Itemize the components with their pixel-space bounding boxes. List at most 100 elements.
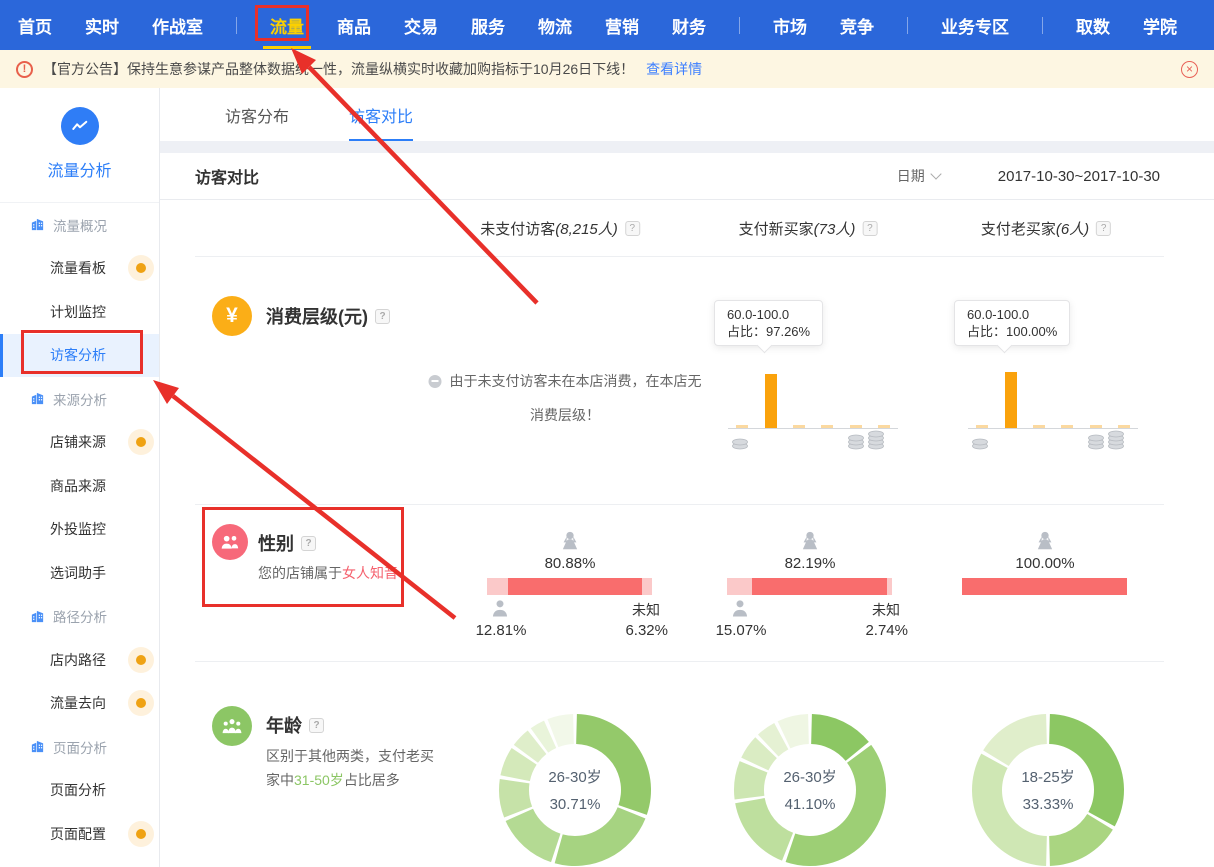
age-subtitle-highlight: 31-50岁 <box>294 772 344 788</box>
nav-item[interactable]: 竞争 <box>840 0 874 50</box>
bar <box>765 374 777 428</box>
coins-icon <box>1086 434 1106 450</box>
help-icon[interactable] <box>1096 221 1111 236</box>
gender-section: 性别 您的店铺属于女人知音 80.88%12.81%未知6.32% 82.19%… <box>160 505 1214 662</box>
column-name: 支付老买家 <box>981 218 1056 239</box>
sidebar-item[interactable]: 访客分析 <box>0 334 159 378</box>
sidebar-item[interactable]: 计划监控 <box>0 290 159 334</box>
column-count: (73人) <box>814 218 856 239</box>
tab[interactable]: 访客对比 <box>349 88 413 141</box>
tab[interactable]: 访客分布 <box>225 88 289 141</box>
consume-section-title: 消费层级(元) <box>266 303 390 329</box>
nav-item[interactable] <box>236 17 237 34</box>
gender-chart-unpaid: 80.88%12.81%未知6.32% <box>470 530 670 645</box>
sidebar-item-label: 流量去向 <box>50 693 106 713</box>
nav-item[interactable]: 服务 <box>471 0 505 50</box>
sidebar-header: 流量分析 <box>0 88 159 203</box>
sidebar-item[interactable]: 流量看板 <box>0 247 159 291</box>
male-percentage: 12.81% <box>470 622 532 639</box>
male-icon <box>490 599 510 619</box>
announcement-text: 【官方公告】保持生意参谋产品整体数据统一性，流量纵横实时收藏加购指标于10月26… <box>43 59 634 79</box>
x-axis <box>968 428 1138 429</box>
sidebar-item[interactable]: 外投监控 <box>0 508 159 552</box>
notification-dot <box>128 647 154 673</box>
gender-bar <box>727 578 892 595</box>
sidebar-item[interactable]: 流量去向 <box>0 682 159 726</box>
female-percentage: 80.88% <box>545 555 596 572</box>
date-filter-dropdown[interactable]: 日期 <box>897 166 940 186</box>
nav-item[interactable]: 首页 <box>18 0 52 50</box>
nav-item[interactable]: 学院 <box>1143 0 1177 50</box>
sidebar-menu: 流量概况 流量看板 计划监控 访客分析 <box>0 203 159 856</box>
female-icon <box>1034 530 1056 552</box>
nav-item[interactable]: 实时 <box>85 0 119 50</box>
sidebar-item[interactable]: 路径分析 <box>0 595 159 639</box>
nav-item[interactable] <box>907 17 908 34</box>
male-icon <box>730 599 750 619</box>
bar <box>1033 425 1045 428</box>
age-donut-new-buyers: 26-30岁41.10% <box>732 712 888 867</box>
tab-gap <box>160 141 1214 153</box>
help-icon[interactable] <box>862 221 877 236</box>
top-nav: 首页 实时 作战室 流量 商品 交易 服务 物流 营销 财务 市场 竞争 <box>0 0 1214 50</box>
sidebar-item[interactable]: 选词助手 <box>0 551 159 595</box>
age-section: 年龄 区别于其他两类，支付老买 家中31-50岁占比居多 26-30岁30.71… <box>160 662 1214 867</box>
sidebar: 流量分析 流量概况 流量看板 计划监控 <box>0 88 160 867</box>
close-icon[interactable] <box>1181 61 1198 78</box>
nav-item[interactable]: 财务 <box>672 0 706 50</box>
sidebar-item[interactable]: 页面分析 <box>0 725 159 769</box>
nav-item[interactable]: 交易 <box>404 0 438 50</box>
column-count: (6人) <box>1056 218 1089 239</box>
help-icon[interactable] <box>625 221 640 236</box>
gender-people-icon <box>212 524 248 560</box>
bar <box>976 425 988 428</box>
sidebar-item-label: 计划监控 <box>50 302 106 322</box>
sidebar-item[interactable]: 商品来源 <box>0 464 159 508</box>
donut-center-value: 30.71% <box>497 796 653 813</box>
help-icon[interactable] <box>301 536 316 551</box>
sidebar-item[interactable]: 页面配置 <box>0 812 159 856</box>
nav-item[interactable] <box>1042 17 1043 34</box>
age-people-icon <box>212 706 252 746</box>
coins-icon <box>730 438 750 450</box>
sidebar-item[interactable]: 流量概况 <box>0 203 159 247</box>
announcement-detail-link[interactable]: 查看详情 <box>646 59 702 79</box>
nav-item[interactable]: 取数 <box>1076 0 1110 50</box>
nav-item[interactable]: 物流 <box>538 0 572 50</box>
nav-item[interactable]: 市场 <box>773 0 807 50</box>
gender-chart-new-buyers: 82.19%15.07%未知2.74% <box>710 530 910 645</box>
donut-center-value: 41.10% <box>732 796 888 813</box>
gender-chart-old-buyers: 100.00% <box>945 530 1145 645</box>
sidebar-item[interactable]: 店内路径 <box>0 638 159 682</box>
notification-dot <box>128 690 154 716</box>
help-icon[interactable] <box>375 309 390 324</box>
column-header: 支付老买家(6人) <box>981 200 1111 257</box>
bar <box>736 425 748 428</box>
unknown-segment <box>642 578 652 595</box>
consume-note-line2: 消费层级！ <box>530 405 600 425</box>
nav-item[interactable] <box>739 17 740 34</box>
help-icon[interactable] <box>309 718 324 733</box>
column-header: 支付新买家(73人) <box>739 200 878 257</box>
gender-section-title: 性别 <box>258 530 316 556</box>
sidebar-item-label: 店铺来源 <box>50 432 106 452</box>
sidebar-item[interactable]: 来源分析 <box>0 377 159 421</box>
column-name: 未支付访客 <box>480 218 555 239</box>
unknown-segment <box>887 578 892 595</box>
date-range-value: 2017-10-30~2017-10-30 <box>998 168 1160 185</box>
nav-item[interactable]: 作战室 <box>152 0 203 50</box>
sidebar-item[interactable]: 页面分析 <box>0 769 159 813</box>
building-icon <box>30 217 45 232</box>
panel-header: 访客对比 日期 2017-10-30~2017-10-30 <box>160 153 1214 200</box>
nav-item[interactable]: 流量 <box>270 0 304 50</box>
nav-item[interactable]: 营销 <box>605 0 639 50</box>
notification-dot <box>128 255 154 281</box>
visitor-compare-panel: 访客对比 日期 2017-10-30~2017-10-30 未支付访客(8,21… <box>160 153 1214 867</box>
nav-item[interactable]: 商品 <box>337 0 371 50</box>
male-segment <box>727 578 752 595</box>
column-header: 未支付访客(8,215人) <box>480 200 640 257</box>
nav-item[interactable]: 业务专区 <box>941 0 1009 50</box>
tooltip-share: 占比：100.00% <box>967 323 1057 340</box>
sidebar-item[interactable]: 店铺来源 <box>0 421 159 465</box>
building-icon <box>30 739 45 754</box>
